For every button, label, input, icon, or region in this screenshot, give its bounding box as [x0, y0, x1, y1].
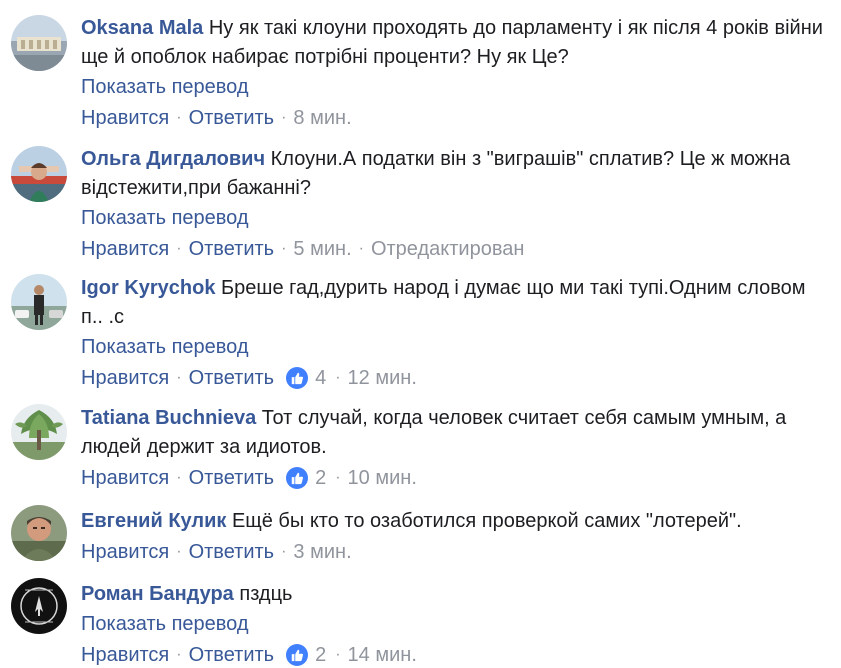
- comment-timestamp[interactable]: 12 мин.: [348, 365, 417, 391]
- comment-author[interactable]: Роман Бандура: [81, 583, 234, 605]
- comment-body: Ольга Дигдалович Клоуни.А податки він з …: [81, 145, 831, 262]
- separator: ·: [335, 369, 341, 386]
- comment-actions: Нравится · Ответить 2 · 10 мин.: [81, 465, 831, 491]
- like-count: 2: [315, 467, 327, 489]
- comment-text-line: Евгений Кулик Ещё бы кто то озаботился п…: [81, 507, 831, 536]
- avatar-image: [11, 274, 67, 330]
- edited-label[interactable]: Отредактирован: [371, 236, 524, 262]
- comment-author[interactable]: Евгений Кулик: [81, 510, 226, 532]
- comment-text-line: Igor Kyrychok Бреше гад,дурить народ і д…: [81, 274, 831, 332]
- comment-text-line: Oksana Mala Ну як такі клоуни проходять …: [81, 14, 831, 72]
- like-count: 2: [315, 644, 327, 666]
- like-link[interactable]: Нравится: [81, 539, 169, 565]
- separator: ·: [335, 469, 341, 486]
- like-count: 4: [315, 367, 327, 389]
- like-link[interactable]: Нравится: [81, 105, 169, 131]
- reaction-count[interactable]: 2: [286, 465, 328, 491]
- show-translation-link[interactable]: Показать перевод: [81, 334, 831, 360]
- comment-body: Роман Бандура пздць Показать перевод Нра…: [81, 580, 831, 668]
- reaction-count[interactable]: 2: [286, 642, 328, 668]
- reaction-count[interactable]: 4: [286, 365, 328, 391]
- avatar-image: [11, 15, 67, 71]
- avatar[interactable]: [11, 578, 67, 634]
- like-link[interactable]: Нравится: [81, 465, 169, 491]
- separator: ·: [176, 543, 182, 560]
- reply-link[interactable]: Ответить: [189, 365, 275, 391]
- comment-author[interactable]: Oksana Mala: [81, 17, 203, 39]
- comment-text-line: Роман Бандура пздць: [81, 580, 831, 609]
- comment-text: Ещё бы кто то озаботился проверкой самих…: [231, 510, 742, 532]
- avatar-image: [11, 146, 67, 202]
- like-link[interactable]: Нравится: [81, 642, 169, 668]
- thumbs-up-icon: [286, 367, 309, 389]
- show-translation-link[interactable]: Показать перевод: [81, 74, 831, 100]
- separator: ·: [335, 646, 341, 663]
- separator: ·: [281, 109, 287, 126]
- avatar[interactable]: [11, 505, 67, 561]
- comment-body: Igor Kyrychok Бреше гад,дурить народ і д…: [81, 274, 831, 391]
- comment-timestamp[interactable]: 14 мин.: [348, 642, 417, 668]
- separator: ·: [281, 543, 287, 560]
- comment-text-line: Ольга Дигдалович Клоуни.А податки він з …: [81, 145, 831, 203]
- thumbs-up-icon: [286, 644, 309, 666]
- like-link[interactable]: Нравится: [81, 365, 169, 391]
- separator: ·: [176, 646, 182, 663]
- comment-actions: Нравится · Ответить · 8 мин.: [81, 105, 831, 131]
- comment-actions: Нравится · Ответить 2 · 14 мин.: [81, 642, 831, 668]
- reply-link[interactable]: Ответить: [189, 642, 275, 668]
- show-translation-link[interactable]: Показать перевод: [81, 611, 831, 637]
- comment-body: Tatiana Buchnieva Тот случай, когда чело…: [81, 404, 831, 491]
- like-link[interactable]: Нравится: [81, 236, 169, 262]
- comment-actions: Нравится · Ответить · 5 мин. · Отредакти…: [81, 236, 831, 262]
- separator: ·: [281, 240, 287, 257]
- separator: ·: [358, 240, 364, 257]
- avatar-image: [11, 578, 67, 634]
- avatar-image: [11, 404, 67, 460]
- reply-link[interactable]: Ответить: [189, 236, 275, 262]
- reply-link[interactable]: Ответить: [189, 539, 275, 565]
- comment-author[interactable]: Igor Kyrychok: [81, 277, 215, 299]
- comment-text-line: Tatiana Buchnieva Тот случай, когда чело…: [81, 404, 831, 462]
- show-translation-link[interactable]: Показать перевод: [81, 205, 831, 231]
- reply-link[interactable]: Ответить: [189, 465, 275, 491]
- reply-link[interactable]: Ответить: [189, 105, 275, 131]
- separator: ·: [176, 240, 182, 257]
- avatar-image: [11, 505, 67, 561]
- separator: ·: [176, 109, 182, 126]
- thumbs-up-icon: [286, 467, 309, 489]
- avatar[interactable]: [11, 274, 67, 330]
- comment-timestamp[interactable]: 5 мин.: [293, 236, 351, 262]
- comment-timestamp[interactable]: 8 мин.: [293, 105, 351, 131]
- comment-timestamp[interactable]: 10 мин.: [348, 465, 417, 491]
- avatar[interactable]: [11, 15, 67, 71]
- comment-author[interactable]: Tatiana Buchnieva: [81, 407, 256, 429]
- separator: ·: [176, 469, 182, 486]
- comment-actions: Нравится · Ответить 4 · 12 мин.: [81, 365, 831, 391]
- comment-body: Oksana Mala Ну як такі клоуни проходять …: [81, 14, 831, 131]
- comment-actions: Нравится · Ответить · 3 мин.: [81, 539, 831, 565]
- separator: ·: [176, 369, 182, 386]
- comment-text: пздць: [239, 583, 293, 605]
- comment-timestamp[interactable]: 3 мин.: [293, 539, 351, 565]
- avatar[interactable]: [11, 146, 67, 202]
- comment-author[interactable]: Ольга Дигдалович: [81, 148, 265, 170]
- comment-body: Евгений Кулик Ещё бы кто то озаботился п…: [81, 507, 831, 565]
- avatar[interactable]: [11, 404, 67, 460]
